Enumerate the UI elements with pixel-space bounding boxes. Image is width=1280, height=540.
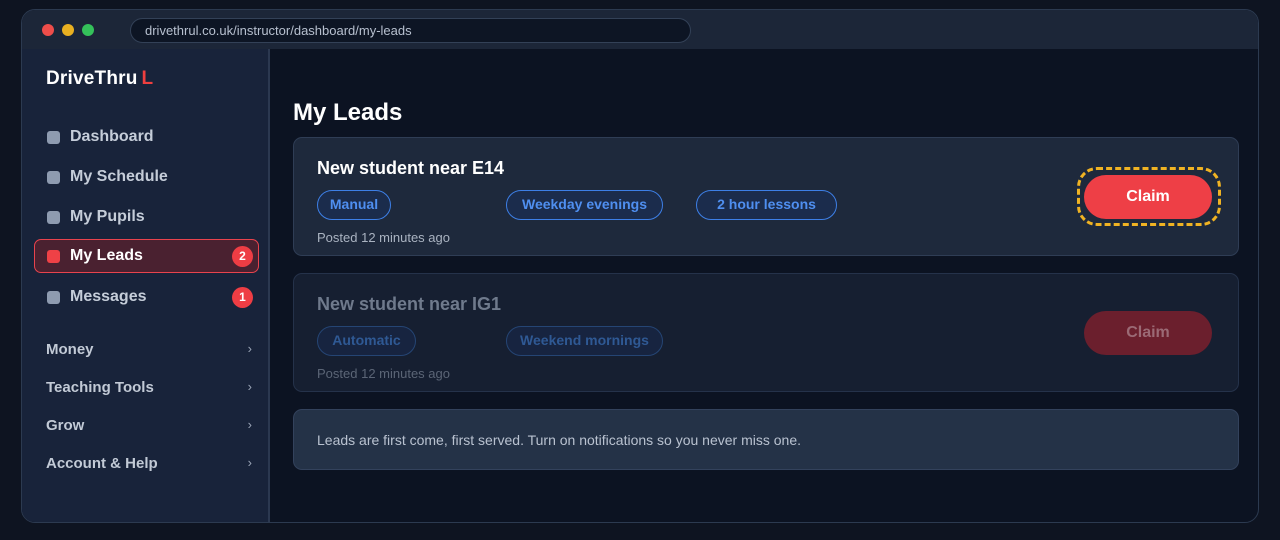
dashboard-icon [47,131,60,144]
sidebar-group-money[interactable]: Money › [46,338,252,362]
sidebar-item-label: Dashboard [70,128,154,145]
info-notice: Leads are first come, first served. Turn… [293,409,1239,470]
sidebar-group-grow[interactable]: Grow › [46,414,252,438]
lead-tag: 2 hour lessons [696,190,837,220]
leads-icon [47,250,60,263]
close-window-icon[interactable] [42,24,54,36]
brand-accent: L [141,68,154,89]
lead-posted-time: Posted 12 minutes ago [317,230,450,245]
lead-tag: Weekday evenings [506,190,663,220]
messages-icon [47,291,60,304]
notice-text: Leads are first come, first served. Turn… [317,432,801,448]
chevron-right-icon: › [247,417,252,432]
address-bar[interactable]: drivethrul.co.uk/instructor/dashboard/my… [130,18,691,43]
chevron-right-icon: › [247,341,252,356]
lead-card: New student near E14 Manual Weekday even… [293,137,1239,256]
sidebar-group-label: Grow [46,417,85,434]
browser-window: drivethrul.co.uk/instructor/dashboard/my… [21,9,1259,523]
maximize-window-icon[interactable] [82,24,94,36]
sidebar-group-label: Account & Help [46,455,158,472]
sidebar-item-my-pupils[interactable]: My Pupils [34,200,259,234]
lead-tag: Manual [317,190,391,220]
lead-posted-time: Posted 12 minutes ago [317,366,450,381]
sidebar-item-my-schedule[interactable]: My Schedule [34,160,259,194]
brand-logo[interactable]: DriveThru L [46,68,153,90]
sidebar-group-teaching-tools[interactable]: Teaching Tools › [46,376,252,400]
schedule-icon [47,171,60,184]
sidebar-item-label: Messages [70,288,147,305]
pupils-icon [47,211,60,224]
messages-count-badge: 1 [232,287,253,308]
minimize-window-icon[interactable] [62,24,74,36]
lead-tag: Weekend mornings [506,326,663,356]
leads-count-badge: 2 [232,246,253,267]
chevron-right-icon: › [247,379,252,394]
lead-tag: Automatic [317,326,416,356]
sidebar-group-account-help[interactable]: Account & Help › [46,452,252,476]
chevron-right-icon: › [247,455,252,470]
claim-button-disabled[interactable]: Claim [1084,311,1212,355]
main-content: My Leads New student near E14 Manual Wee… [272,49,1258,522]
page-title: My Leads [293,99,403,126]
claim-button[interactable]: Claim [1084,175,1212,219]
browser-titlebar: drivethrul.co.uk/instructor/dashboard/my… [22,10,1258,49]
lead-card: New student near IG1 Automatic Weekend m… [293,273,1239,392]
sidebar-group-label: Teaching Tools [46,379,154,396]
sidebar-item-label: My Pupils [70,208,145,225]
sidebar-group-label: Money [46,341,94,358]
sidebar: DriveThru L Dashboard My Schedule My Pupi… [22,49,270,522]
sidebar-item-my-leads[interactable]: My Leads 2 [34,239,259,273]
brand-name: DriveThru [46,68,138,89]
lead-title: New student near E14 [317,158,505,178]
sidebar-item-label: My Schedule [70,168,168,185]
sidebar-item-dashboard[interactable]: Dashboard [34,120,259,154]
lead-title: New student near IG1 [317,294,502,314]
sidebar-item-label: My Leads [70,247,143,264]
sidebar-item-messages[interactable]: Messages 1 [34,280,259,314]
